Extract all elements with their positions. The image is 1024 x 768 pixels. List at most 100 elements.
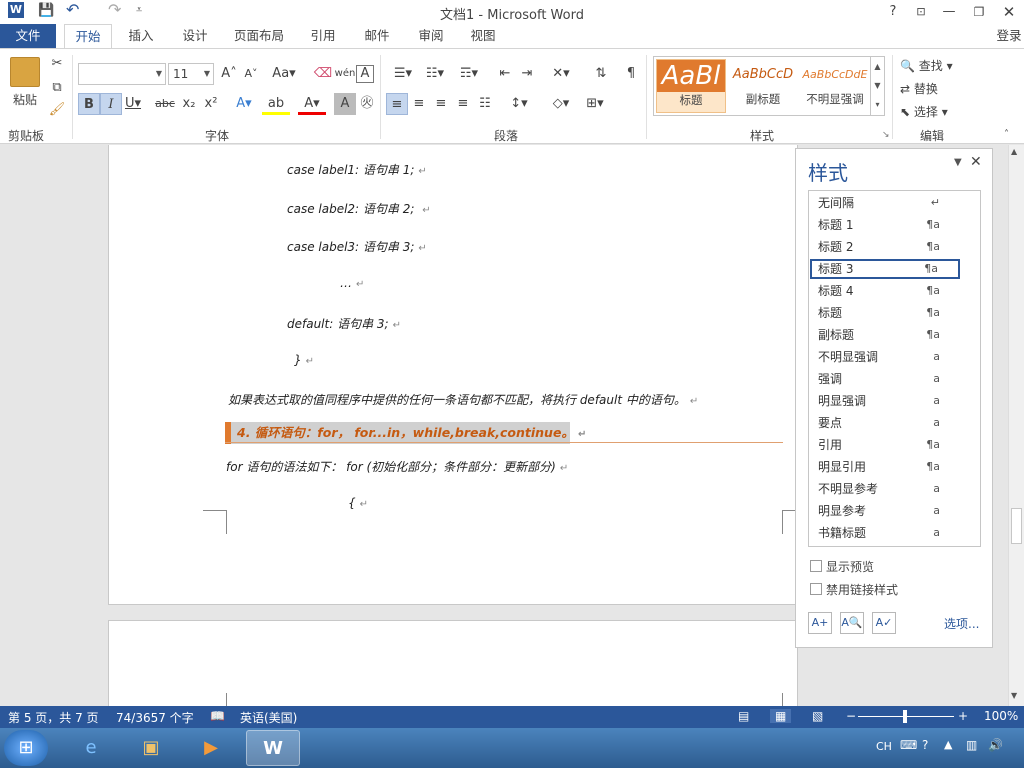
underline-button[interactable]: U▾ — [122, 93, 144, 115]
doc-line[interactable]: case label3: 语句串 3; ↵ — [287, 238, 427, 255]
read-mode-icon[interactable]: ▤ — [738, 709, 749, 723]
style-list-item[interactable]: 引用 ¶a — [810, 435, 960, 455]
font-color-icon[interactable]: A▾ — [298, 93, 326, 115]
text-effects-icon[interactable]: A▾ — [230, 93, 258, 115]
explorer-icon[interactable]: ▣ — [124, 730, 178, 766]
doc-heading[interactable]: 4. 循环语句：for， for...in，while,break,contin… — [225, 422, 586, 444]
increase-indent-icon[interactable]: ⇥ — [516, 63, 538, 85]
format-painter-icon[interactable]: 🖌 — [46, 99, 68, 121]
help-button[interactable]: ? — [880, 2, 906, 22]
tab-review[interactable]: 审阅 — [408, 24, 454, 48]
sort-icon[interactable]: ⇅ — [590, 63, 612, 85]
show-marks-icon[interactable]: ¶ — [620, 63, 642, 85]
style-list-item[interactable]: 标题 2 ¶a — [810, 237, 960, 257]
pane-options-icon[interactable]: ▼ — [954, 157, 962, 168]
shading-icon[interactable]: ◇▾ — [546, 93, 576, 115]
tab-file[interactable]: 文件 — [0, 24, 56, 48]
close-icon[interactable]: ✕ — [996, 2, 1022, 22]
zoom-in-icon[interactable]: + — [958, 709, 968, 723]
style-list-item[interactable]: 标题 1 ¶a — [810, 215, 960, 235]
keyboard-icon[interactable]: ⌨ — [900, 738, 917, 752]
highlight-icon[interactable]: ab — [262, 93, 290, 115]
style-gallery-subtitle[interactable]: AaBbCcD 副标题 — [728, 59, 798, 113]
web-layout-icon[interactable]: ▧ — [812, 709, 823, 723]
tab-design[interactable]: 设计 — [172, 24, 218, 48]
disable-linked-checkbox[interactable] — [810, 583, 822, 595]
zoom-level[interactable]: 100% — [984, 709, 1018, 723]
scroll-down-icon[interactable]: ▼ — [1011, 691, 1017, 700]
strikethrough-button[interactable]: abc — [154, 93, 176, 115]
style-list-item[interactable]: 标题 4 ¶a — [810, 281, 960, 301]
tab-layout[interactable]: 页面布局 — [226, 24, 292, 48]
zoom-out-icon[interactable]: − — [846, 709, 856, 723]
enclose-char-icon[interactable]: ㊋ — [356, 93, 378, 115]
chinese-layout-icon[interactable]: ✕▾ — [546, 63, 576, 85]
italic-button[interactable]: I — [100, 93, 122, 115]
style-inspector-icon[interactable]: A🔍 — [840, 612, 864, 634]
align-left-button[interactable]: ≡ — [386, 93, 408, 115]
doc-line[interactable]: default: 语句串 3; ↵ — [287, 315, 401, 332]
char-border-icon[interactable]: A — [356, 65, 374, 83]
numbering-icon[interactable]: ☷▾ — [420, 63, 450, 85]
show-preview-checkbox[interactable] — [810, 560, 822, 572]
doc-line[interactable]: for 语句的语法如下： for (初始化部分；条件部分：更新部分) ↵ — [226, 458, 568, 475]
style-list-item[interactable]: 要点 a — [810, 413, 960, 433]
font-size-combo[interactable]: 11 ▼ — [168, 63, 214, 85]
paste-icon[interactable] — [10, 57, 40, 87]
word-count[interactable]: 74/3657 个字 — [116, 709, 194, 726]
collapse-ribbon-icon[interactable]: ˄ — [1004, 129, 1009, 140]
char-shading-icon[interactable]: A — [334, 93, 356, 115]
doc-line[interactable]: {↵ — [348, 496, 368, 510]
select-button[interactable]: ⬉ 选择 ▾ — [900, 103, 970, 120]
doc-line[interactable]: 如果表达式取的值同程序中提供的任何一条语句都不匹配，将执行 default 中的… — [228, 391, 698, 408]
style-gallery-subtle-emphasis[interactable]: AaBbCcDdE 不明显强调 — [800, 59, 870, 113]
ime-indicator[interactable]: CH — [876, 740, 892, 753]
scroll-up-icon[interactable]: ▲ — [1011, 147, 1017, 156]
bullets-icon[interactable]: ☰▾ — [388, 63, 418, 85]
zoom-slider-thumb[interactable] — [903, 710, 907, 723]
tab-home[interactable]: 开始 — [64, 24, 112, 49]
justify-button[interactable]: ≡ — [452, 93, 474, 115]
tray-overflow-icon[interactable]: ▲ — [944, 738, 952, 751]
style-list-item[interactable]: 副标题 ¶a — [810, 325, 960, 345]
distributed-button[interactable]: ☷ — [474, 93, 496, 115]
tab-references[interactable]: 引用 — [300, 24, 346, 48]
style-list-item[interactable]: 明显参考 a — [810, 501, 960, 521]
doc-line[interactable]: case label2: 语句串 2; ↵ — [287, 200, 431, 217]
grow-font-icon[interactable]: A˄ — [218, 63, 240, 85]
find-button[interactable]: 🔍 查找 ▾ — [900, 57, 970, 74]
style-list-item[interactable]: 无间隔 ↵ — [810, 193, 960, 213]
print-layout-icon[interactable]: ▦ — [770, 709, 792, 723]
styles-list[interactable]: 无间隔 ↵ 标题 1 ¶a 标题 2 ¶a 标题 3 ¶a 标题 4 ¶a 标题 ¶a 副标题 ¶a 不明显… — [808, 190, 981, 547]
copy-icon[interactable]: ⧉ — [46, 77, 68, 99]
style-list-item[interactable]: 明显引用 ¶a — [810, 457, 960, 477]
style-list-item[interactable]: 不明显强调 a — [810, 347, 960, 367]
align-center-button[interactable]: ≡ — [408, 93, 430, 115]
login-link[interactable]: 登录 — [994, 24, 1024, 48]
style-list-item[interactable]: 明显强调 a — [810, 391, 960, 411]
ie-icon[interactable]: e — [64, 730, 118, 766]
multilevel-list-icon[interactable]: ☶▾ — [454, 63, 484, 85]
options-link[interactable]: 选项... — [944, 615, 979, 632]
shrink-font-icon[interactable]: A˅ — [240, 63, 262, 85]
align-right-button[interactable]: ≡ — [430, 93, 452, 115]
ribbon-display-icon[interactable]: ⊡ — [908, 2, 934, 22]
vertical-scrollbar[interactable]: ▲ ▼ — [1008, 145, 1024, 706]
help-tray-icon[interactable]: ? — [922, 738, 928, 752]
network-icon[interactable]: ▥ — [966, 738, 977, 752]
style-gallery-title[interactable]: AaBl 标题 — [656, 59, 726, 113]
decrease-indent-icon[interactable]: ⇤ — [494, 63, 516, 85]
start-button[interactable]: ⊞ — [4, 730, 48, 766]
manage-styles-icon[interactable]: A✓ — [872, 612, 896, 634]
media-player-icon[interactable]: ▶ — [184, 730, 238, 766]
style-list-item[interactable]: 不明显参考 a — [810, 479, 960, 499]
styles-dialog-launcher-icon[interactable]: ↘ — [882, 130, 890, 140]
doc-line[interactable]: } ↵ — [294, 353, 314, 367]
paste-button[interactable]: 粘贴 — [6, 91, 44, 108]
line-spacing-icon[interactable]: ↕▾ — [504, 93, 534, 115]
tab-view[interactable]: 视图 — [460, 24, 506, 48]
proofing-icon[interactable]: 📖 — [210, 709, 225, 723]
tab-insert[interactable]: 插入 — [118, 24, 164, 48]
style-list-item[interactable]: 标题 ¶a — [810, 303, 960, 323]
doc-line[interactable]: case label1: 语句串 1; ↵ — [287, 161, 427, 178]
